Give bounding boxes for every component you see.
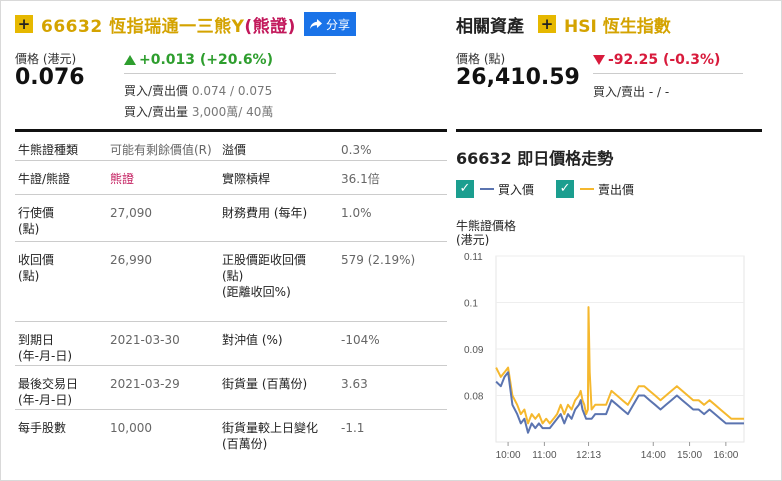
down-arrow-icon <box>593 55 605 65</box>
detail-label: 溢價 <box>222 143 247 157</box>
y-tick-label: 0.08 <box>464 392 484 403</box>
table-row: 行使價 (點) 27,090 財務費用 (每年) 1.0% <box>15 195 447 242</box>
detail-label: 街貨量 (百萬份) <box>222 377 308 391</box>
legend-bid-swatch <box>480 188 494 190</box>
add-watchlist-icon[interactable]: + <box>538 15 556 33</box>
price-change-value: +0.013 (+20.6%) <box>139 52 273 68</box>
chart-y-axis-label: 牛熊證價格 (港元) <box>456 219 516 247</box>
chart-legend: ✓ 買入價 ✓ 賣出價 <box>456 180 656 198</box>
x-tick-label: 16:00 <box>713 450 738 461</box>
divider <box>124 73 336 74</box>
x-tick-label: 15:00 <box>677 450 702 461</box>
y-tick-label: 0.11 <box>464 252 483 263</box>
price-change: +0.013 (+20.6%) <box>124 52 273 68</box>
checkbox-icon[interactable]: ✓ <box>556 180 575 198</box>
y-tick-label: 0.09 <box>464 345 484 356</box>
series-line-ask <box>495 306 744 425</box>
detail-label: 每手股數 <box>18 421 67 435</box>
detail-label: 牛熊證種類 <box>18 143 79 157</box>
table-row: 收回價 (點) 26,990 正股價距收回價 (點) (距離收回%) 579 (2.19%) <box>15 242 447 322</box>
detail-value: 579 (2.19%) <box>341 253 416 267</box>
share-label: 分享 <box>325 17 350 32</box>
detail-value: 10,000 <box>110 421 152 435</box>
legend-bid-label: 買入價 <box>498 182 535 197</box>
detail-value: 2021-03-29 <box>110 377 180 391</box>
warrant-type: 熊證 <box>252 16 288 37</box>
legend-ask-swatch <box>580 188 595 190</box>
detail-value: 36.1倍 <box>341 172 380 186</box>
legend-bid[interactable]: ✓ 買入價 <box>456 180 534 198</box>
warrant-header: + 66632 恆指瑞通一三熊Y(熊證) 分享 <box>15 12 356 37</box>
legend-ask[interactable]: ✓ 賣出價 <box>556 180 634 198</box>
bid-ask-volume: 買入/賣出量 3,000萬/ 40萬 <box>124 105 274 119</box>
legend-ask-label: 賣出價 <box>598 182 635 197</box>
checkbox-icon[interactable]: ✓ <box>456 180 474 198</box>
detail-label: 街貨量較上日變化 (百萬份) <box>222 421 319 451</box>
detail-label: 實際槓桿 <box>222 172 271 186</box>
detail-value: 27,090 <box>110 206 152 220</box>
table-row: 每手股數 10,000 街貨量較上日變化 (百萬份) -1.1 <box>15 410 447 451</box>
underlying-section-title: 相關資產 <box>456 16 524 37</box>
detail-value: 1.0% <box>341 206 372 220</box>
bid-ask-value: 0.074 / 0.075 <box>191 84 273 98</box>
price-chart: 0.11 0.1 0.09 0.08 10:00 11:00 12:13 14:00 15:00… <box>464 252 745 461</box>
price-value: 0.076 <box>15 65 85 90</box>
detail-value: 2021-03-30 <box>110 333 180 347</box>
x-tick-label: 14:00 <box>641 450 666 461</box>
warrant-title: 66632 恆指瑞通一三熊Y(熊證) <box>41 16 296 37</box>
details-table: 牛熊證種類 可能有剩餘價值(R) 溢價 0.3% 牛證/熊證 熊證 實際槓桿 36.1倍行使價… <box>15 132 447 451</box>
table-row: 牛證/熊證 熊證 實際槓桿 36.1倍 <box>15 161 447 195</box>
detail-label: 到期日 (年-月-日) <box>18 333 73 363</box>
detail-label: 最後交易日 (年-月-日) <box>18 377 79 407</box>
detail-value: 可能有剩餘價值(R) <box>110 143 212 157</box>
warrant-code: 66632 <box>41 16 103 37</box>
detail-value: 3.63 <box>341 377 368 391</box>
detail-label: 行使價 (點) <box>18 206 55 236</box>
chart-title: 66632 即日價格走勢 <box>456 149 614 168</box>
x-tick-label: 12:13 <box>576 450 601 461</box>
detail-value: -104% <box>341 333 380 347</box>
table-row: 到期日 (年-月-日) 2021-03-30 對沖值 (%) -104% <box>15 322 447 366</box>
y-axis-label-line: (港元) <box>456 233 490 247</box>
bid-ask: 買入/賣出價 0.074 / 0.075 <box>124 84 273 98</box>
x-tick-label: 11:00 <box>532 450 557 461</box>
underlying-change: -92.25 (-0.3%) <box>593 52 720 68</box>
y-axis-label-line: 牛熊證價格 <box>456 219 517 233</box>
detail-label: 正股價距收回價 (點) (距離收回%) <box>222 253 307 299</box>
underlying-name[interactable]: HSI 恆生指數 <box>564 12 671 37</box>
up-arrow-icon <box>124 55 136 65</box>
y-tick-label: 0.1 <box>464 299 478 310</box>
x-tick-label: 10:00 <box>496 450 521 461</box>
detail-value: 26,990 <box>110 253 152 267</box>
warrant-name: 恆指瑞通一三熊Y <box>109 16 245 37</box>
underlying-bid-ask: 買入/賣出 - / - <box>593 85 670 99</box>
underlying-change-value: -92.25 (-0.3%) <box>608 52 721 68</box>
section-rule <box>456 129 762 132</box>
detail-label: 收回價 (點) <box>18 253 55 283</box>
detail-value: -1.1 <box>341 421 365 435</box>
detail-value: 0.3% <box>341 143 372 157</box>
detail-label: 對沖值 (%) <box>222 333 283 347</box>
add-watchlist-icon[interactable]: + <box>15 15 33 33</box>
bid-ask-volume-value: 3,000萬/ 40萬 <box>191 105 274 119</box>
underlying-price: 26,410.59 <box>456 65 580 90</box>
detail-label: 牛證/熊證 <box>18 172 71 186</box>
table-row: 牛熊證種類 可能有剩餘價值(R) 溢價 0.3% <box>15 132 447 161</box>
detail-value: 熊證 <box>110 172 135 186</box>
detail-label: 財務費用 (每年) <box>222 206 308 220</box>
table-row: 最後交易日 (年-月-日) 2021-03-29 街貨量 (百萬份) 3.63 <box>15 366 447 410</box>
underlying-header: 相關資產 + HSI 恆生指數 <box>456 12 671 37</box>
share-arrow-icon <box>309 18 322 29</box>
divider <box>593 73 743 74</box>
share-button[interactable]: 分享 <box>303 12 356 36</box>
